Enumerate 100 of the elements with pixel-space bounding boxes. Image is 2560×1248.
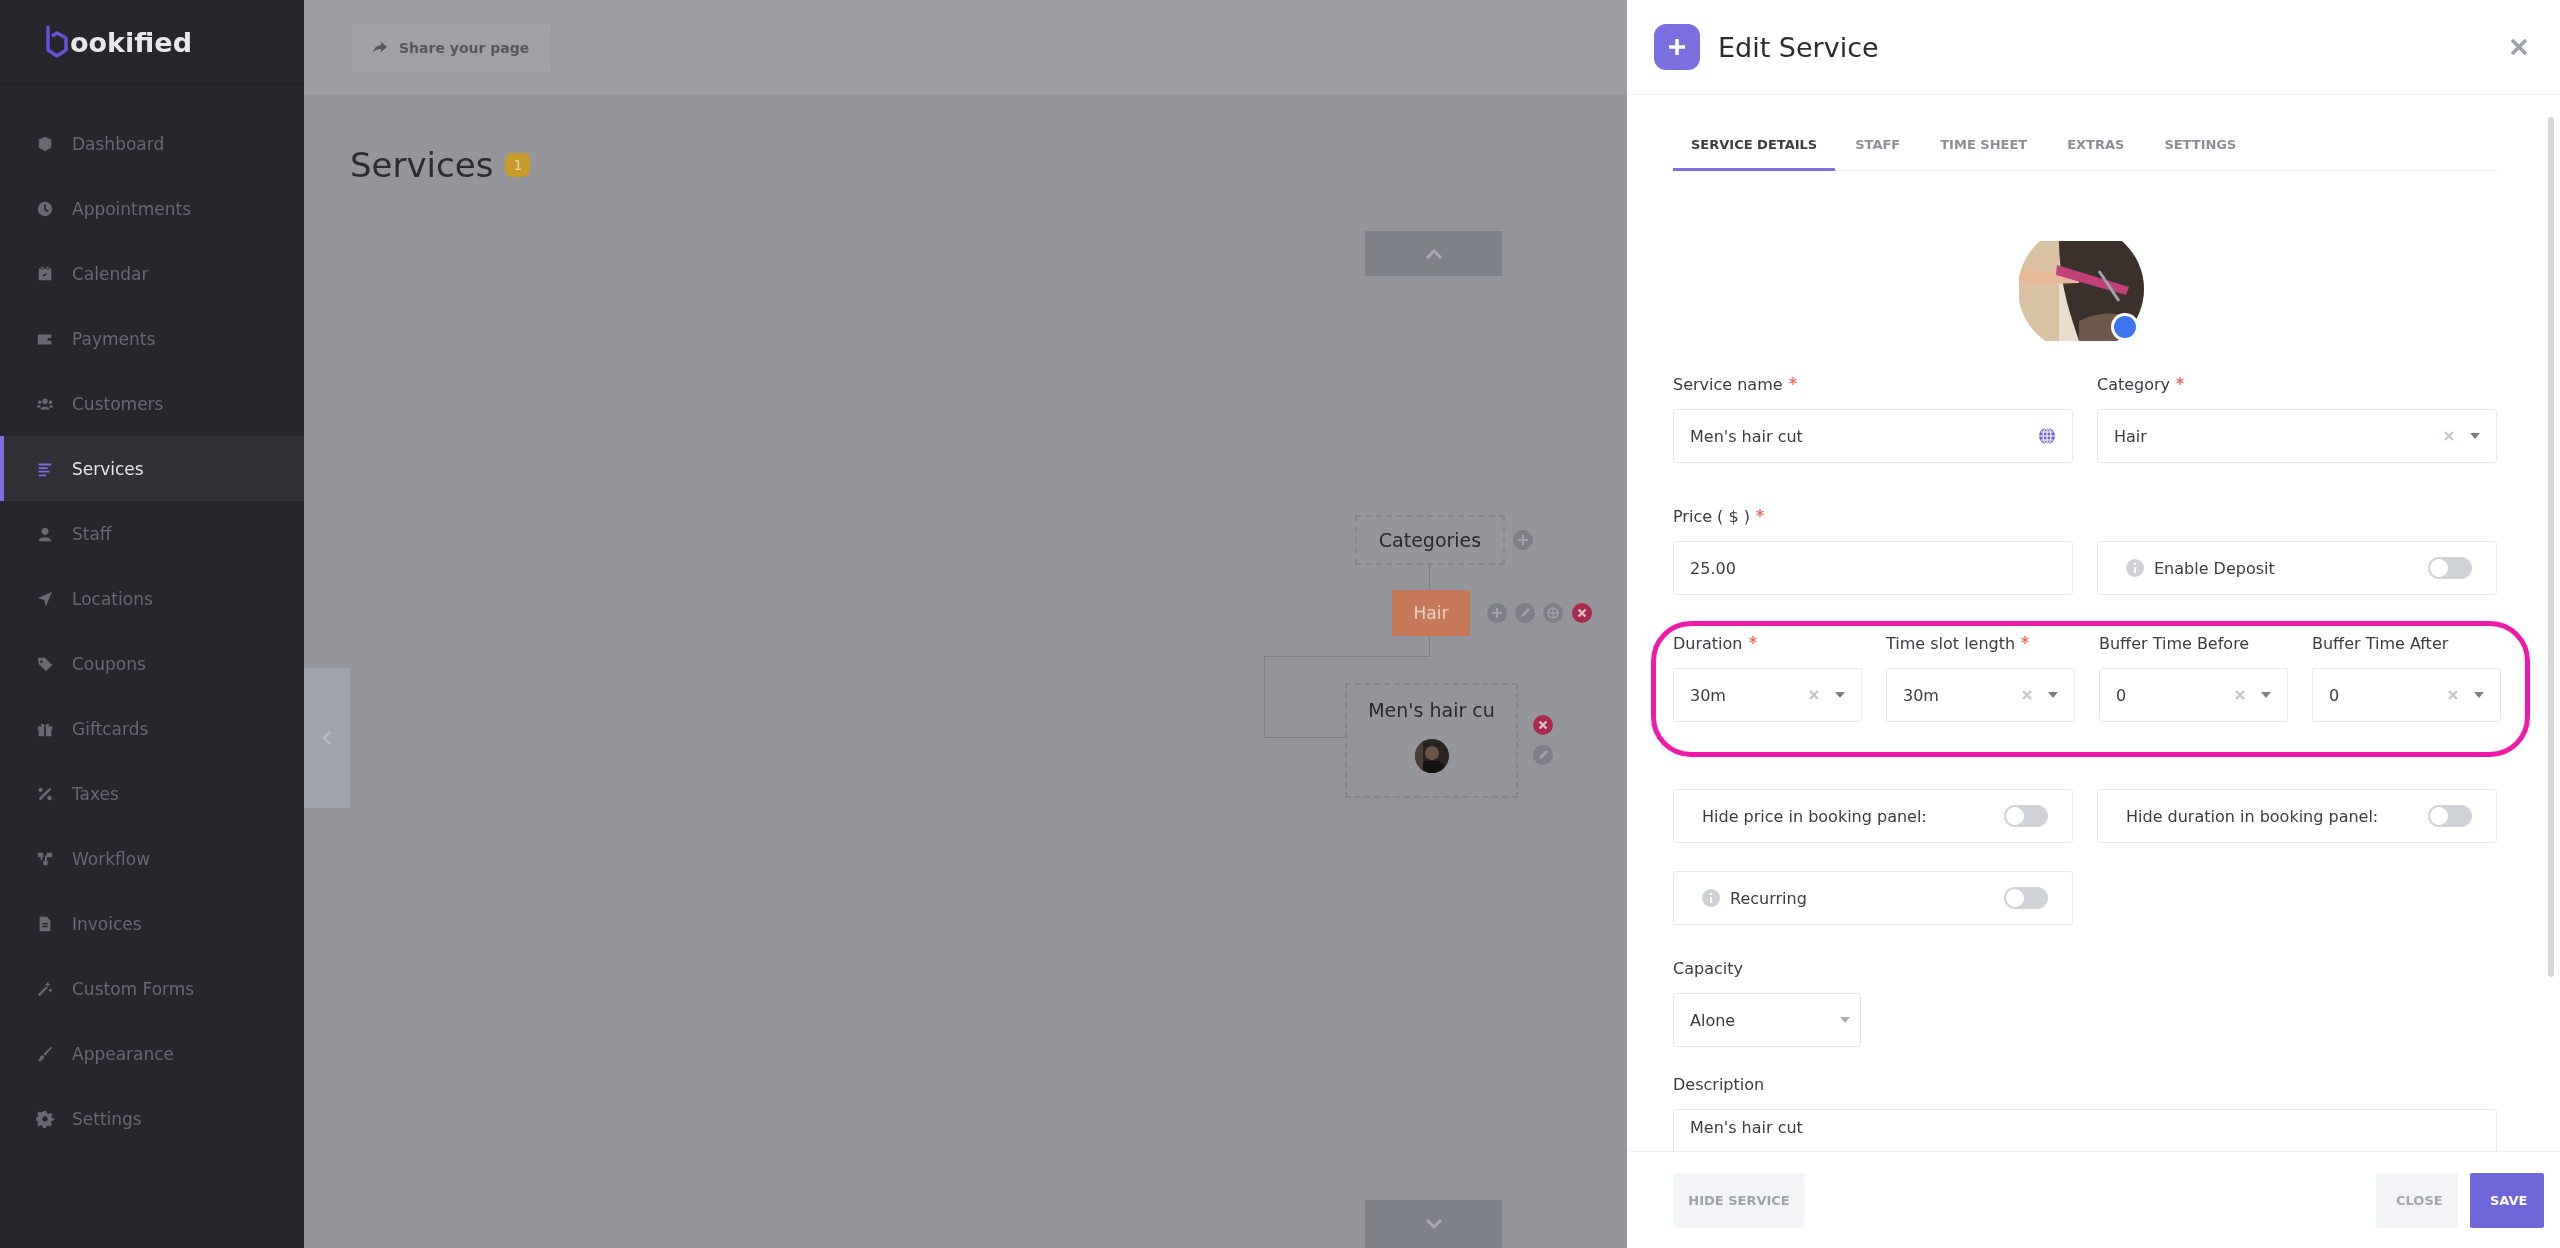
required-icon <box>2021 636 2030 644</box>
toggle-label: Enable Deposit <box>2154 558 2275 578</box>
recurring-switch[interactable] <box>2004 887 2048 909</box>
nav-icon <box>36 979 54 998</box>
field-label: Time slot length <box>1886 634 2016 653</box>
close-button[interactable]: CLOSE <box>2376 1172 2458 1228</box>
field-label: Buffer Time After <box>2312 634 2449 653</box>
field-label: Price ( $ ) <box>1673 507 1750 526</box>
caret-icon <box>2474 692 2484 698</box>
tab[interactable]: SERVICE DETAILS <box>1673 137 1836 171</box>
toggle-label: Hide duration in booking panel: <box>2126 806 2379 826</box>
share-icon <box>373 41 387 54</box>
required-icon <box>1748 636 1757 644</box>
sidebar-item[interactable]: Staff <box>0 501 304 566</box>
clear-icon[interactable] <box>2444 431 2454 441</box>
field-label: Duration <box>1673 634 1743 653</box>
delete-icon[interactable] <box>1533 715 1553 735</box>
logo-icon <box>44 26 68 58</box>
caret-icon <box>1840 1017 1850 1023</box>
field-label: Buffer Time Before <box>2099 634 2250 653</box>
clear-icon[interactable] <box>1809 690 1819 700</box>
nav-icon <box>36 589 54 608</box>
tab[interactable]: STAFF <box>1835 137 1921 170</box>
caret-icon <box>1835 692 1845 698</box>
sidebar-item[interactable]: Services <box>0 436 304 501</box>
time-select[interactable]: 0 <box>2099 668 2288 722</box>
close-icon[interactable] <box>2510 38 2528 56</box>
sidebar-item[interactable]: Taxes <box>0 761 304 826</box>
sidebar-item[interactable]: Appointments <box>0 176 304 241</box>
page-title: Services <box>350 145 494 185</box>
logo-text: ookified <box>70 26 192 58</box>
nav-icon <box>36 199 54 218</box>
caret-icon <box>2048 692 2058 698</box>
nav-icon <box>36 134 54 153</box>
collapse-tab[interactable] <box>304 668 350 808</box>
capacity-select[interactable]: Alone <box>1673 993 1861 1047</box>
tab[interactable]: SETTINGS <box>2144 137 2257 170</box>
deposit-switch[interactable] <box>2428 557 2472 579</box>
tree-node[interactable]: Categories <box>1355 515 1505 565</box>
sidebar-item[interactable]: Custom Forms <box>0 956 304 1021</box>
caret-icon <box>2261 692 2271 698</box>
globe-icon[interactable] <box>2038 427 2056 445</box>
clear-icon[interactable] <box>2022 690 2032 700</box>
sidebar-item[interactable]: Giftcards <box>0 696 304 761</box>
category-select[interactable]: Hair <box>2097 409 2497 463</box>
chevron-down-icon <box>1424 1219 1443 1229</box>
required-icon <box>1788 377 1797 385</box>
required-icon <box>2176 377 2185 385</box>
sidebar-item[interactable]: Workflow <box>0 826 304 891</box>
field-label: Category <box>2097 375 2171 394</box>
service-name-field[interactable]: Men's hair cut <box>1673 409 2073 463</box>
nav-icon <box>36 264 54 283</box>
info-icon <box>1702 889 1720 907</box>
add-icon <box>1654 24 1700 70</box>
category-node[interactable]: Hair <box>1392 590 1470 636</box>
tab[interactable]: TIME SHEET <box>1920 137 2048 170</box>
scroll-down-button[interactable] <box>1365 1200 1502 1248</box>
tab[interactable]: EXTRAS <box>2047 137 2145 170</box>
add-icon[interactable] <box>1487 603 1507 623</box>
sidebar-item[interactable]: Settings <box>0 1086 304 1151</box>
nav-icon <box>36 1044 54 1063</box>
service-node[interactable]: Men's hair cu <box>1345 683 1518 798</box>
sidebar-item[interactable]: Payments <box>0 306 304 371</box>
chevron-up-icon <box>1424 248 1443 259</box>
sidebar-item[interactable]: Calendar <box>0 241 304 306</box>
toggle-label: Hide price in booking panel: <box>1702 806 1927 826</box>
time-select[interactable]: 30m <box>1673 668 1862 722</box>
sidebar-item[interactable]: Appearance <box>0 1021 304 1086</box>
field-label: Capacity <box>1673 959 1743 978</box>
toggle-label: Recurring <box>1730 888 1807 908</box>
time-select[interactable]: 0 <box>2312 668 2501 722</box>
save-button[interactable]: SAVE <box>2470 1172 2544 1228</box>
hide-service-button[interactable]: HIDE SERVICE <box>1673 1172 1805 1228</box>
field-label: Description <box>1673 1075 1765 1094</box>
toggle-switch[interactable] <box>2428 805 2472 827</box>
field-label: Service name <box>1673 375 1783 394</box>
price-field[interactable]: 25.00 <box>1673 541 2073 595</box>
caret-icon <box>2470 433 2480 439</box>
nav-icon <box>36 1109 54 1128</box>
sidebar-item[interactable]: Invoices <box>0 891 304 956</box>
sidebar-item[interactable]: Coupons <box>0 631 304 696</box>
count-badge: 1 <box>505 153 531 177</box>
description-field[interactable]: Men's hair cut <box>1673 1109 2497 1151</box>
panel-title: Edit Service <box>1718 31 1880 63</box>
delete-icon[interactable] <box>1572 603 1592 623</box>
clear-icon[interactable] <box>2448 690 2458 700</box>
scroll-up-button[interactable] <box>1365 231 1502 276</box>
sidebar-item[interactable]: Locations <box>0 566 304 631</box>
add-icon[interactable] <box>1513 530 1533 550</box>
toggle-switch[interactable] <box>2004 805 2048 827</box>
clear-icon[interactable] <box>2235 690 2245 700</box>
sidebar-item[interactable]: Customers <box>0 371 304 436</box>
scrollbar[interactable] <box>2548 117 2554 977</box>
info-icon <box>2126 559 2144 577</box>
time-select[interactable]: 30m <box>1886 668 2075 722</box>
edit-icon[interactable] <box>1515 603 1535 623</box>
service-node-name: Men's hair cu <box>1368 699 1495 721</box>
edit-icon[interactable] <box>1533 745 1553 765</box>
share-button[interactable]: Share your page <box>350 21 553 74</box>
sidebar-item[interactable]: Dashboard <box>0 111 304 176</box>
